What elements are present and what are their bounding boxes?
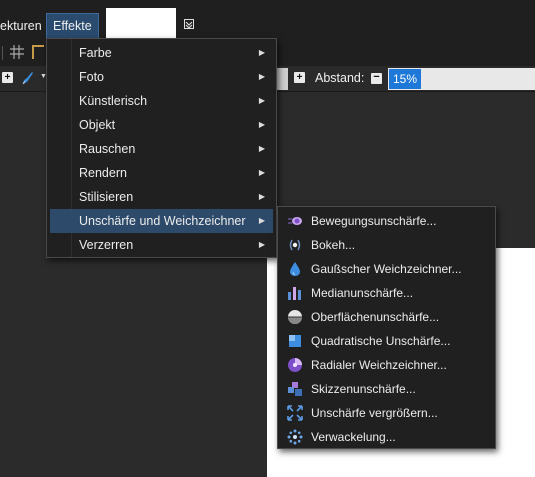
submenu-item-gaussian-blur[interactable]: Gaußscher Weichzeichner... [280,257,494,281]
menu-item-label: Verzerren [79,238,134,252]
menu-item-label: Stilisieren [79,190,134,204]
menu-item-verzerren[interactable]: Verzerren ▶ [50,233,273,257]
radial-blur-icon [287,357,303,373]
submenu-item-zoom-blur[interactable]: Unschärfe vergrößern... [280,401,494,425]
spacing-increase-button[interactable]: + [294,72,305,83]
menu-item-label: Farbe [79,46,112,60]
submenu-item-bokeh[interactable]: Bokeh... [280,233,494,257]
menu-effekte[interactable]: Effekte [46,13,99,39]
menu-item-label: Künstlerisch [79,94,148,108]
submenu-item-label: Unschärfe vergrößern... [311,406,438,420]
submenu-item-box-blur[interactable]: Quadratische Unschärfe... [280,329,494,353]
sketch-blur-icon [287,381,303,397]
submenu-arrow-icon: ▶ [258,96,265,105]
menu-item-foto[interactable]: Foto ▶ [50,65,273,89]
submenu-item-label: Bokeh... [311,238,356,252]
submenu-item-label: Quadratische Unschärfe... [311,334,451,348]
box-blur-icon [287,333,303,349]
spacing-label: Abstand: [315,71,365,85]
unfocus-icon [287,429,303,445]
submenu-item-median-blur[interactable]: Medianunschärfe... [280,281,494,305]
menu-item-label: Rauschen [79,142,136,156]
blur-submenu: Bewegungsunschärfe... Bokeh... Gaußscher… [277,206,496,449]
menu-item-farbe[interactable]: Farbe ▶ [50,41,273,65]
surface-blur-icon [287,309,303,325]
toolbar-separator [2,46,3,60]
image-tab-thumbnail[interactable] [106,8,176,40]
submenu-item-label: Oberflächenunschärfe... [311,310,440,324]
app-window: ekturen Effekte + ▼ + Abstand: − 15% Far… [0,0,535,477]
size-input-edge[interactable] [276,68,288,90]
effects-dropdown-menu: Farbe ▶ Foto ▶ Künstlerisch ▶ Objekt ▶ R… [46,38,277,258]
menu-item-rauschen[interactable]: Rauschen ▶ [50,137,273,161]
menu-item-stilisieren[interactable]: Stilisieren ▶ [50,185,273,209]
menu-item-rendern[interactable]: Rendern ▶ [50,161,273,185]
submenu-item-label: Radialer Weichzeichner... [311,358,447,372]
menu-item-unschaerfe[interactable]: Unschärfe und Weichzeichner ▶ [50,209,273,233]
submenu-item-unfocus[interactable]: Verwackelung... [280,425,494,449]
increase-button[interactable]: + [2,72,13,83]
submenu-arrow-icon: ▶ [258,168,265,177]
menu-item-kuenstlerisch[interactable]: Künstlerisch ▶ [50,89,273,113]
menu-item-label: Foto [79,70,105,84]
zoom-blur-icon [287,405,303,421]
submenu-arrow-icon: ▶ [258,240,265,249]
menu-item-label: Unschärfe und Weichzeichner [79,214,246,228]
spacing-value[interactable]: 15% [389,69,422,89]
chevron-down-icon[interactable] [184,19,194,29]
submenu-item-motion-blur[interactable]: Bewegungsunschärfe... [280,209,494,233]
spacing-decrease-button[interactable]: − [371,72,382,84]
submenu-item-label: Gaußscher Weichzeichner... [311,262,462,276]
submenu-item-label: Verwackelung... [311,430,396,444]
ruler-icon[interactable] [32,45,44,59]
gaussian-blur-icon [287,261,303,277]
motion-blur-icon [287,213,303,229]
submenu-arrow-icon: ▶ [258,192,265,201]
submenu-arrow-icon: ▶ [258,216,265,225]
submenu-arrow-icon: ▶ [258,72,265,81]
submenu-item-label: Medianunschärfe... [311,286,414,300]
submenu-arrow-icon: ▶ [258,144,265,153]
submenu-item-radial-blur[interactable]: Radialer Weichzeichner... [280,353,494,377]
grid-icon[interactable] [10,45,24,59]
submenu-arrow-icon: ▶ [258,120,265,129]
submenu-item-label: Bewegungsunschärfe... [311,214,437,228]
submenu-item-surface-blur[interactable]: Oberflächenunschärfe... [280,305,494,329]
submenu-item-sketch-blur[interactable]: Skizzenunschärfe... [280,377,494,401]
menu-item-label: Objekt [79,118,116,132]
median-blur-icon [287,285,303,301]
brush-icon[interactable] [20,70,36,86]
menu-item-label: Rendern [79,166,127,180]
submenu-arrow-icon: ▶ [258,48,265,57]
bokeh-icon [287,237,303,253]
submenu-item-label: Skizzenunschärfe... [311,382,416,396]
menu-item-objekt[interactable]: Objekt ▶ [50,113,273,137]
menu-texturen[interactable]: ekturen [0,13,48,39]
